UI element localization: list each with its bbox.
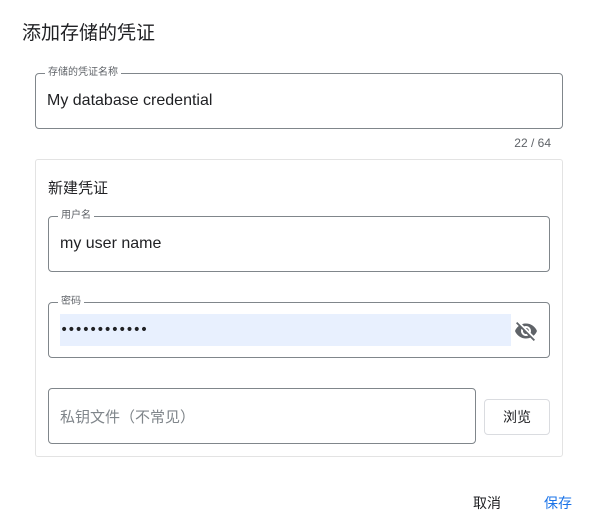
browse-button[interactable]: 浏览 (484, 399, 550, 435)
new-credential-panel: 新建凭证 用户名 my user name 密码 •••••••••••• 私钥… (35, 159, 563, 457)
password-label: 密码 (58, 296, 84, 308)
save-button[interactable]: 保存 (544, 494, 572, 514)
password-input[interactable]: •••••••••••• (60, 314, 511, 346)
username-input[interactable]: my user name (60, 217, 161, 271)
credential-name-field[interactable]: 存储的凭证名称 My database credential (35, 67, 563, 129)
eye-off-glyph (515, 322, 537, 341)
new-credential-title: 新建凭证 (48, 179, 109, 197)
cancel-button[interactable]: 取消 (473, 494, 501, 514)
private-key-file-field[interactable]: 私钥文件（不常见） (48, 388, 476, 444)
eye-off-icon[interactable] (513, 318, 539, 344)
dialog-title: 添加存储的凭证 (22, 22, 156, 44)
private-key-file-input[interactable]: 私钥文件（不常见） (60, 389, 195, 443)
username-field[interactable]: 用户名 my user name (48, 210, 550, 272)
character-counter: 22 / 64 (514, 136, 551, 150)
password-field[interactable]: 密码 •••••••••••• (48, 296, 550, 358)
credential-name-input[interactable]: My database credential (47, 74, 212, 128)
